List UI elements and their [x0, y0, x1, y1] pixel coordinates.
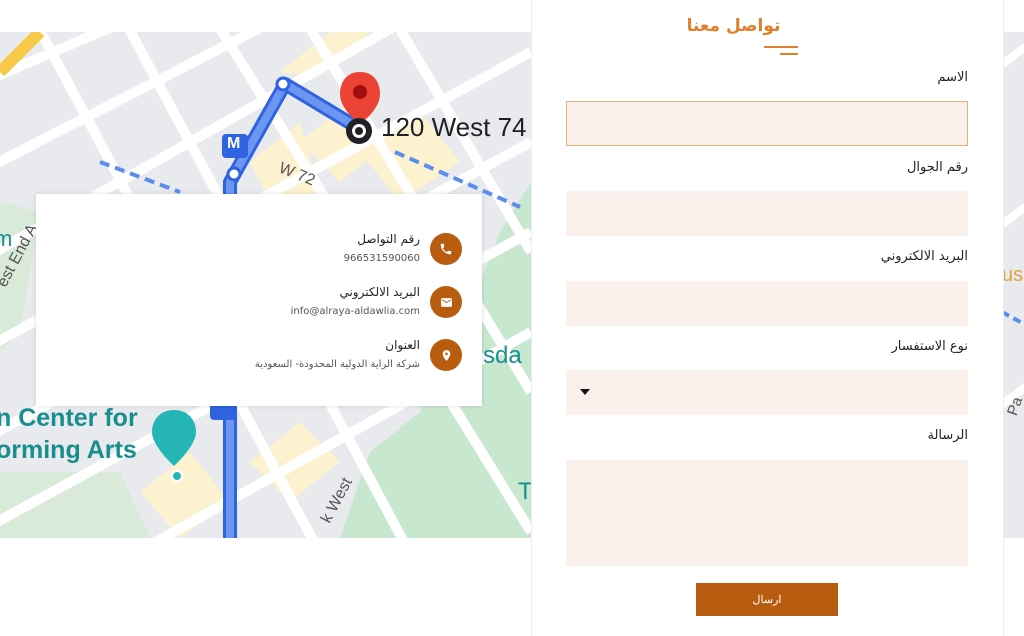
message-textarea[interactable]	[566, 460, 968, 566]
map-edge-right: us Pa	[1002, 32, 1024, 538]
inquiry-type-select[interactable]	[566, 370, 968, 415]
map-side-label-3: sda	[483, 342, 522, 369]
email-label: البريد الالكتروني	[880, 249, 968, 264]
contact-email-row: البريد الالكتروني info@alraya-aldawlia.c…	[291, 284, 462, 320]
contact-phone-title: رقم التواصل	[357, 232, 420, 246]
contact-email-title: البريد الالكتروني	[339, 285, 420, 299]
map-place-label: 120 West 74	[381, 112, 527, 142]
email-input[interactable]	[566, 281, 968, 326]
map-side-label-5: T	[518, 478, 531, 505]
map-edge-label-1: us	[1002, 264, 1024, 286]
form-title: تواصل معنا	[532, 16, 1003, 36]
name-label: الاسم	[937, 70, 968, 85]
inquiry-type-label: نوع الاستفسار	[891, 339, 968, 354]
contact-phone-value: 966531590060	[343, 253, 420, 264]
title-underline-decoration	[764, 46, 798, 58]
contact-address-title: العنوان	[385, 338, 420, 352]
contact-address-row: العنوان شركة الراية الدولية المحدودة- ال…	[255, 337, 462, 373]
mail-icon	[430, 286, 462, 318]
phone-label: رقم الجوال	[906, 160, 968, 175]
contact-phone-row: رقم التواصل 966531590060	[344, 231, 462, 267]
map-transit-badge: M	[227, 135, 241, 152]
contact-address-value: شركة الراية الدولية المحدودة- السعودية	[254, 359, 420, 370]
form-title-text: تواصل معنا	[686, 16, 781, 36]
map-center-label-2: orming Arts	[0, 436, 137, 464]
name-input[interactable]	[566, 101, 968, 146]
map-center-label-1: n Center for	[0, 404, 138, 432]
contact-form: تواصل معنا الاسم رقم الجوال البريد الالك…	[531, 0, 1004, 636]
map-side-label-4: m	[0, 226, 13, 251]
contact-info-card: رقم التواصل 966531590060 البريد الالكترو…	[36, 194, 482, 406]
message-label: الرسالة	[927, 428, 968, 443]
caret-down-icon	[580, 389, 590, 395]
phone-input[interactable]	[566, 191, 968, 236]
phone-icon	[430, 233, 462, 265]
location-pin-icon	[430, 339, 462, 371]
contact-email-value[interactable]: info@alraya-aldawlia.com	[291, 304, 420, 320]
send-button[interactable]: ارسال	[696, 583, 838, 616]
